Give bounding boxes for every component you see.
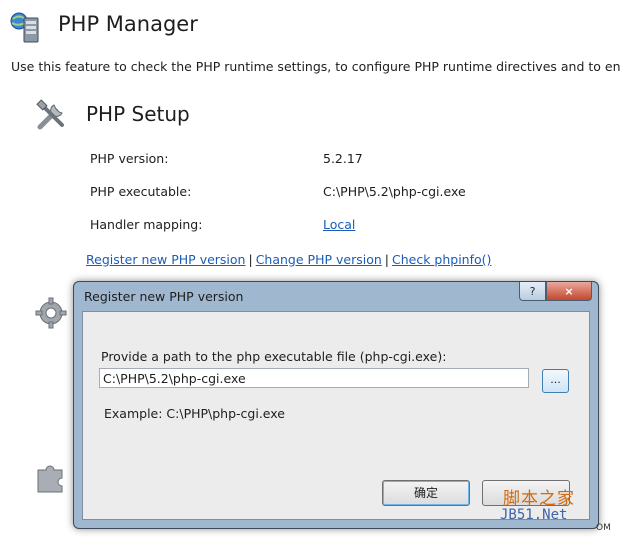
- php-executable-label: PHP executable:: [90, 184, 192, 199]
- section-title: PHP Setup: [86, 102, 190, 126]
- close-button[interactable]: ×: [546, 282, 592, 301]
- path-prompt: Provide a path to the php executable fil…: [101, 349, 447, 364]
- register-php-link[interactable]: Register new PHP version: [86, 252, 245, 267]
- gear-icon: [35, 297, 67, 329]
- check-phpinfo-link[interactable]: Check phpinfo(): [392, 252, 491, 267]
- watermark-text: 脚本之家: [503, 489, 575, 509]
- action-separator: |: [384, 252, 389, 267]
- action-separator: |: [248, 252, 253, 267]
- puzzle-icon: [37, 465, 63, 493]
- php-path-input[interactable]: [99, 368, 529, 388]
- help-button[interactable]: ?: [519, 282, 546, 301]
- watermark-domain: JB51.Net: [500, 507, 568, 523]
- window-controls: ? ×: [519, 282, 592, 302]
- page-description: Use this feature to check the PHP runtim…: [11, 59, 621, 74]
- php-executable-value: C:\PHP\5.2\php-cgi.exe: [323, 184, 466, 199]
- path-example: Example: C:\PHP\php-cgi.exe: [104, 406, 285, 421]
- php-version-label: PHP version:: [90, 151, 169, 166]
- watermark-tail: OM: [596, 523, 611, 533]
- handler-mapping-label: Handler mapping:: [90, 217, 203, 232]
- page-title: PHP Manager: [58, 12, 198, 36]
- change-php-link[interactable]: Change PHP version: [256, 252, 382, 267]
- php-manager-server-icon: [10, 12, 39, 43]
- php-version-value: 5.2.17: [323, 151, 363, 166]
- ok-button[interactable]: 确定: [382, 480, 470, 506]
- handler-mapping-link[interactable]: Local: [323, 217, 355, 232]
- dialog-title: Register new PHP version: [84, 289, 244, 304]
- tools-icon: [36, 99, 64, 130]
- setup-actions: Register new PHP version | Change PHP vers…: [86, 252, 491, 267]
- browse-button[interactable]: ...: [542, 369, 569, 393]
